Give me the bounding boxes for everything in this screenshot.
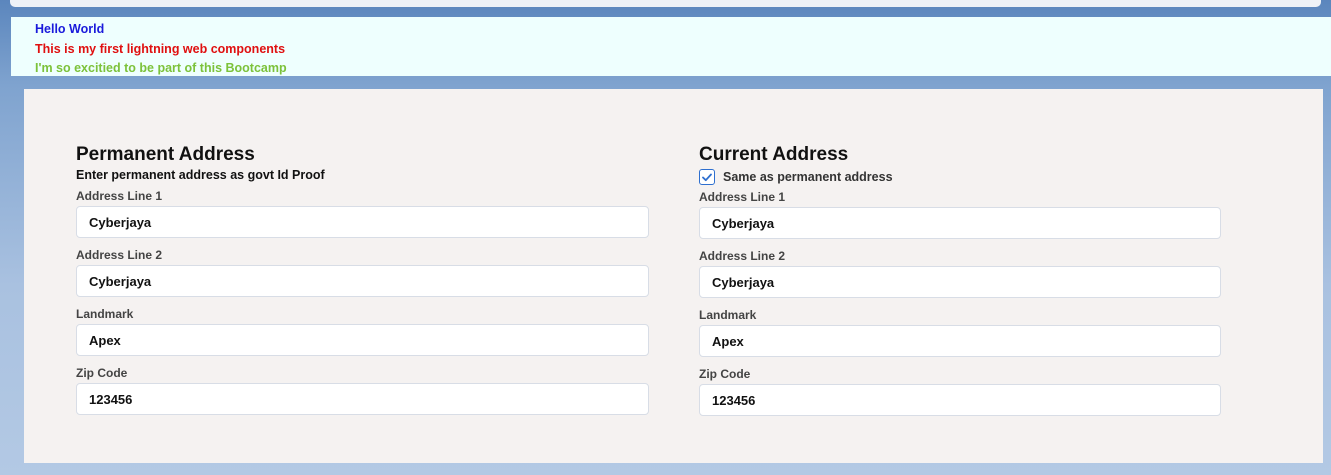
current-address-line1-input[interactable] [699,207,1221,239]
permanent-zip-field: Zip Code [76,366,649,415]
permanent-address-line2-input[interactable] [76,265,649,297]
current-zip-input[interactable] [699,384,1221,416]
current-zip-field: Zip Code [699,367,1221,416]
field-label: Zip Code [699,367,751,381]
permanent-address-line1-field: Address Line 1 [76,189,649,238]
current-address-title: Current Address [699,144,849,165]
same-as-permanent-row[interactable]: Same as permanent address [699,168,1221,186]
field-label: Address Line 1 [76,189,163,203]
check-icon [702,173,712,181]
permanent-address-line1-input[interactable] [76,206,649,238]
current-address-line2-field: Address Line 2 [699,249,1221,298]
current-landmark-input[interactable] [699,325,1221,357]
top-card-edge [10,0,1321,7]
current-address-section: Current Address Same as permanent addres… [699,145,1221,416]
field-label: Address Line 2 [699,249,786,263]
permanent-landmark-input[interactable] [76,324,649,356]
field-label: Landmark [699,308,757,322]
same-as-permanent-checkbox[interactable] [699,169,715,185]
greeting-line-1: Hello World [35,22,105,36]
same-as-permanent-label[interactable]: Same as permanent address [723,170,893,184]
field-label: Address Line 1 [699,190,786,204]
field-label: Zip Code [76,366,128,380]
greeting-line-3: I'm so excitied to be part of this Bootc… [35,61,287,75]
permanent-zip-input[interactable] [76,383,649,415]
field-label: Landmark [76,307,134,321]
current-address-line2-input[interactable] [699,266,1221,298]
permanent-address-line2-field: Address Line 2 [76,248,649,297]
current-landmark-field: Landmark [699,308,1221,357]
current-address-line1-field: Address Line 1 [699,190,1221,239]
hello-world-card: Hello World This is my first lightning w… [11,17,1331,76]
greeting-line-2: This is my first lightning web component… [35,41,286,56]
address-form-card: Permanent Address Enter permanent addres… [24,89,1323,463]
permanent-address-subtitle: Enter permanent address as govt Id Proof [76,168,325,182]
permanent-landmark-field: Landmark [76,307,649,356]
permanent-address-section: Permanent Address Enter permanent addres… [76,145,649,415]
field-label: Address Line 2 [76,248,163,262]
permanent-address-title: Permanent Address [76,144,255,165]
